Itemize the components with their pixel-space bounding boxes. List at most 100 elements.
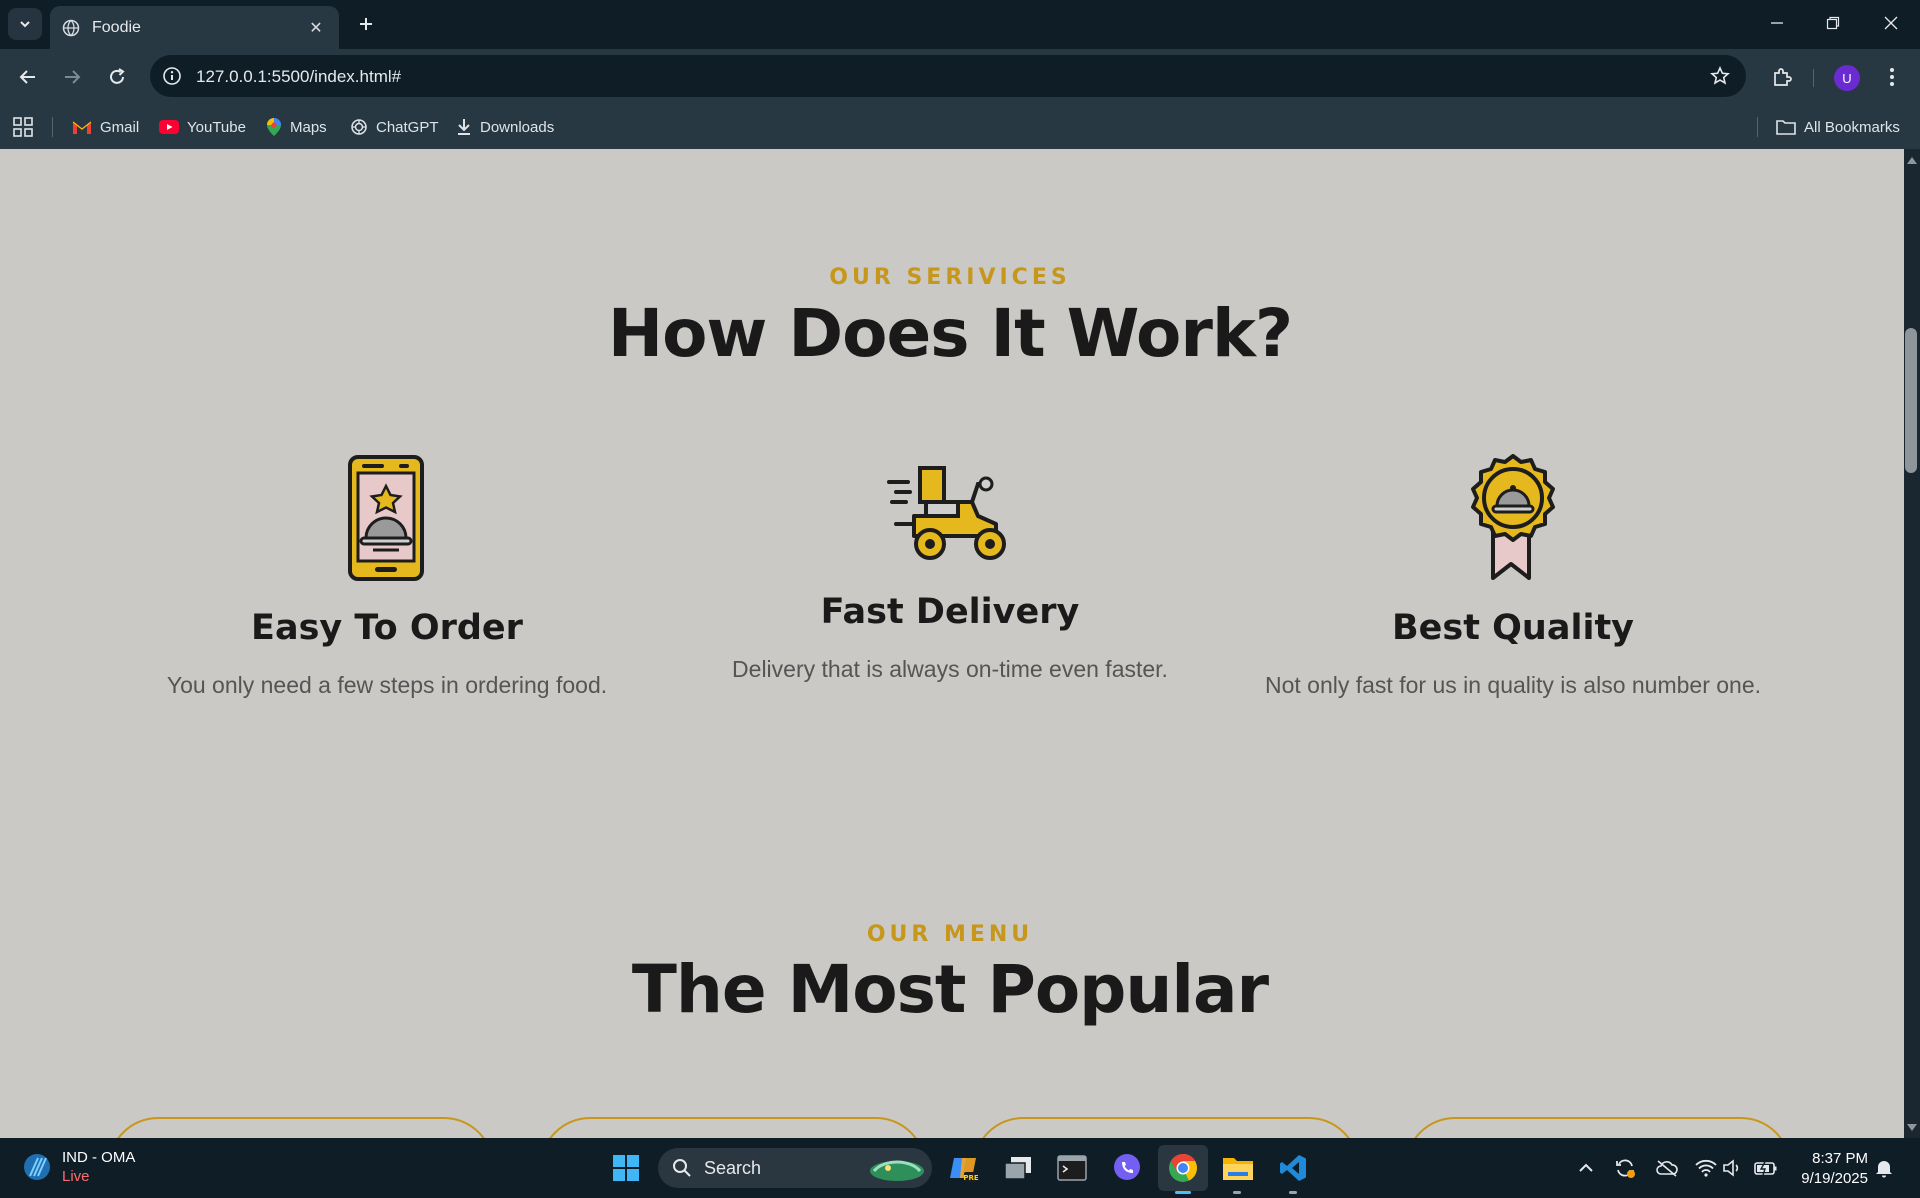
wifi-tray-button[interactable]	[1694, 1156, 1718, 1180]
scroll-down-icon[interactable]	[1906, 1123, 1918, 1133]
bookmark-youtube[interactable]: YouTube	[159, 115, 246, 139]
reload-button[interactable]	[101, 61, 133, 93]
globe-icon	[62, 19, 80, 36]
menu-card[interactable]	[108, 1117, 494, 1138]
windows-taskbar: IND - OMA Live Search PRE 8:37 PM 9/19/2…	[0, 1138, 1920, 1198]
browser-menu-icon[interactable]	[1880, 61, 1904, 93]
service-card-easy-order: Easy To Order You only need a few steps …	[107, 454, 667, 699]
menu-card[interactable]	[540, 1117, 926, 1138]
apps-grid-icon[interactable]	[12, 116, 34, 138]
clock-time: 8:37 PM	[1812, 1150, 1868, 1167]
notifications-button[interactable]	[1872, 1156, 1896, 1180]
new-tab-button[interactable]	[352, 10, 380, 38]
menu-card[interactable]	[1405, 1117, 1791, 1138]
vscode-app[interactable]	[1275, 1150, 1311, 1186]
battery-charging-icon	[1754, 1161, 1777, 1176]
bookmark-maps[interactable]: Maps	[266, 115, 327, 139]
download-icon	[458, 119, 470, 135]
svg-text:PRE: PRE	[963, 1174, 979, 1182]
services-kicker: OUR SERIVICES	[829, 265, 1071, 290]
service-description: Not only fast for us in quality is also …	[1264, 672, 1762, 698]
arrow-right-icon	[65, 70, 81, 84]
browser-tab[interactable]: Foodie ✕	[50, 6, 339, 49]
volume-tray-button[interactable]	[1721, 1156, 1745, 1180]
services-title: How Does It Work?	[607, 295, 1293, 372]
service-title: Fast Delivery	[820, 592, 1080, 632]
gmail-icon	[72, 121, 92, 134]
task-view-app[interactable]	[1000, 1150, 1036, 1186]
arrow-left-icon	[19, 70, 35, 84]
running-app-indicator	[1289, 1191, 1297, 1194]
task-view-icon	[1004, 1157, 1031, 1180]
bell-icon	[1876, 1161, 1892, 1178]
weather-widget[interactable]: IND - OMA Live	[22, 1148, 135, 1186]
menu-card[interactable]	[973, 1117, 1359, 1138]
quality-badge-icon	[1471, 454, 1555, 580]
menu-title: The Most Popular	[631, 951, 1269, 1028]
close-tab-icon[interactable]: ✕	[305, 18, 327, 38]
site-info-icon[interactable]	[160, 64, 184, 88]
onedrive-tray-button[interactable]	[1655, 1156, 1679, 1180]
taskbar-clock[interactable]: 8:37 PM 9/19/2025	[1780, 1149, 1868, 1189]
restore-button[interactable]	[1808, 6, 1858, 40]
folder-icon	[1776, 120, 1796, 135]
vscode-icon	[1280, 1155, 1306, 1181]
chrome-icon	[1169, 1154, 1197, 1182]
weather-status: Live	[62, 1168, 90, 1185]
copilot-app[interactable]: PRE	[946, 1150, 982, 1186]
scroll-up-icon[interactable]	[1906, 155, 1918, 165]
search-icon	[673, 1159, 691, 1177]
bookmark-star-icon[interactable]	[1708, 64, 1732, 88]
puzzle-icon	[1774, 68, 1792, 86]
start-button[interactable]	[608, 1150, 644, 1186]
bookmark-label: Maps	[290, 118, 327, 136]
windows-logo-icon	[613, 1155, 639, 1181]
extensions-button[interactable]	[1766, 61, 1798, 93]
url-text[interactable]: 127.0.0.1:5500/index.html#	[196, 67, 401, 87]
page-content: OUR SERIVICES How Does It Work? Easy To …	[0, 149, 1904, 1138]
back-button[interactable]	[12, 61, 44, 93]
minimize-button[interactable]	[1752, 6, 1802, 40]
bookmarks-bar: Gmail YouTube Maps ChatGPT Downloads All…	[0, 105, 1920, 149]
bookmark-gmail[interactable]: Gmail	[72, 115, 139, 139]
close-window-button[interactable]	[1866, 6, 1916, 40]
address-bar[interactable]: 127.0.0.1:5500/index.html#	[150, 55, 1746, 97]
maps-pin-icon	[267, 118, 281, 136]
browser-tab-bar: Foodie ✕	[0, 0, 1920, 49]
search-label: Search	[704, 1157, 762, 1178]
chrome-app[interactable]	[1165, 1150, 1201, 1186]
running-app-indicator	[1233, 1191, 1241, 1194]
all-bookmarks-label: All Bookmarks	[1804, 118, 1900, 136]
wifi-icon	[1695, 1159, 1717, 1177]
youtube-icon	[159, 120, 179, 134]
profile-avatar[interactable]: U	[1834, 65, 1860, 91]
clock-date: 9/19/2025	[1801, 1170, 1868, 1187]
viber-icon	[1114, 1154, 1140, 1180]
chevron-up-icon	[1579, 1163, 1593, 1172]
page-scrollbar[interactable]	[1904, 149, 1920, 1138]
service-card-fast-delivery: Fast Delivery Delivery that is always on…	[670, 454, 1230, 683]
chatgpt-icon	[351, 119, 367, 135]
bookmark-downloads[interactable]: Downloads	[456, 115, 554, 139]
speaker-icon	[1723, 1159, 1739, 1177]
tab-search-button[interactable]	[8, 8, 42, 40]
reload-icon	[110, 68, 125, 84]
browser-toolbar: 127.0.0.1:5500/index.html# U	[0, 49, 1920, 105]
viber-app[interactable]	[1109, 1150, 1145, 1186]
battery-tray-button[interactable]	[1754, 1156, 1778, 1180]
file-explorer-app[interactable]	[1220, 1150, 1256, 1186]
service-description: Delivery that is always on-time even fas…	[732, 656, 1168, 682]
sync-tray-button[interactable]	[1613, 1156, 1637, 1180]
copilot-icon: PRE	[950, 1158, 979, 1182]
bookmark-chatgpt[interactable]: ChatGPT	[350, 115, 439, 139]
minimize-icon	[1771, 22, 1783, 24]
all-bookmarks-button[interactable]: All Bookmarks	[1776, 115, 1900, 139]
scrollbar-thumb[interactable]	[1905, 328, 1917, 473]
show-hidden-icons-button[interactable]	[1574, 1156, 1598, 1180]
toolbar-divider	[1813, 69, 1814, 87]
forward-button[interactable]	[56, 61, 88, 93]
taskbar-search[interactable]: Search	[658, 1148, 932, 1188]
tab-title: Foodie	[92, 18, 141, 36]
terminal-app[interactable]	[1054, 1150, 1090, 1186]
chevron-down-icon	[20, 21, 30, 28]
